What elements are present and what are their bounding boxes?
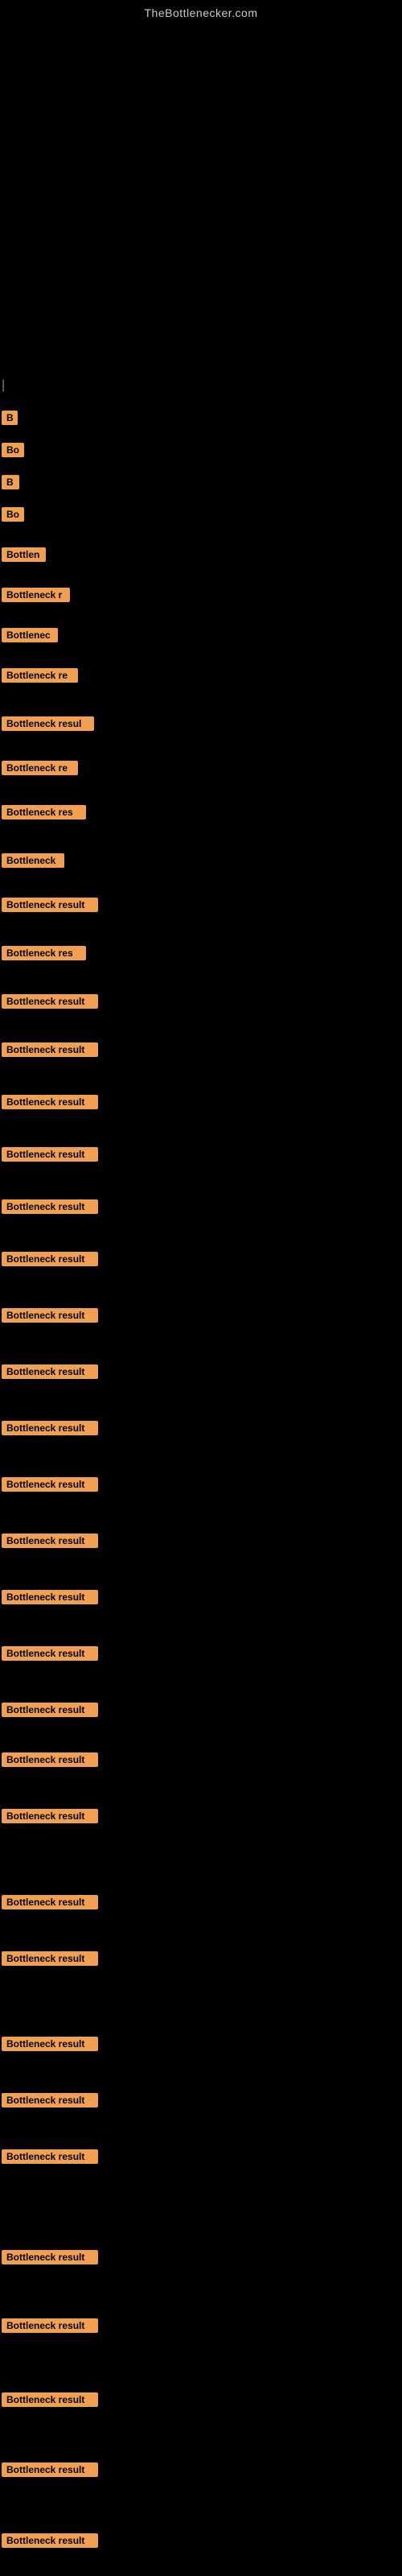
bottleneck-result-badge: Bottleneck result [2, 1703, 98, 1717]
bottleneck-result-row: | [2, 378, 5, 393]
bottleneck-result-badge: Bottleneck result [2, 2392, 98, 2407]
bottleneck-result-badge: Bottleneck result [2, 2462, 98, 2477]
bottleneck-result-row: Bottleneck result [2, 994, 98, 1013]
bottleneck-result-row: Bottleneck result [2, 2392, 98, 2411]
bottleneck-result-row: Bottleneck result [2, 1809, 98, 1827]
bottleneck-result-badge: B [2, 475, 19, 489]
bottleneck-result-row: Bottlen [2, 547, 46, 566]
bottleneck-result-badge: Bo [2, 443, 24, 457]
bottleneck-result-row: Bottleneck r [2, 588, 70, 606]
bottleneck-result-badge: Bottleneck result [2, 1252, 98, 1266]
bottleneck-result-row: Bottleneck result [2, 1590, 98, 1608]
bottleneck-result-badge: B [2, 411, 18, 425]
bottleneck-result-row: Bottleneck result [2, 1703, 98, 1721]
bottleneck-result-row: Bo [2, 443, 24, 461]
bottleneck-result-badge: Bottleneck result [2, 1308, 98, 1323]
bottleneck-result-row: Bottleneck result [2, 2037, 98, 2055]
bottleneck-result-row: Bottleneck result [2, 2318, 98, 2337]
bottleneck-result-row: Bottleneck re [2, 668, 78, 687]
bottleneck-result-row: Bottleneck res [2, 946, 86, 964]
bottleneck-result-badge: Bottleneck result [2, 1147, 98, 1162]
bottleneck-result-badge: Bottleneck result [2, 2533, 98, 2548]
bottleneck-result-row: Bottleneck result [2, 2149, 98, 2168]
bottleneck-result-row: Bottleneck result [2, 1646, 98, 1665]
bottleneck-result-badge: Bottleneck result [2, 1951, 98, 1966]
bottleneck-result-badge: Bottleneck re [2, 668, 78, 683]
bottleneck-result-badge: Bottleneck result [2, 2318, 98, 2333]
bottleneck-result-badge: Bottleneck result [2, 1895, 98, 1909]
bottleneck-result-row: Bottleneck result [2, 2250, 98, 2268]
bottleneck-result-badge: Bottleneck res [2, 946, 86, 960]
bottleneck-result-row: Bottleneck result [2, 2462, 98, 2481]
bottleneck-result-badge: Bo [2, 507, 24, 522]
bottleneck-result-row: Bottleneck re [2, 761, 78, 779]
bottleneck-result-badge: Bottleneck result [2, 2250, 98, 2264]
bottleneck-result-row: Bottleneck res [2, 805, 86, 824]
bottleneck-result-badge: Bottleneck result [2, 1809, 98, 1823]
bottleneck-result-row: Bottleneck [2, 853, 64, 872]
bottleneck-result-badge: Bottleneck res [2, 805, 86, 819]
bottleneck-result-row: Bottleneck result [2, 1308, 98, 1327]
bottleneck-result-badge: Bottleneck result [2, 1199, 98, 1214]
bottleneck-result-badge: Bottlenec [2, 628, 58, 642]
bottleneck-result-row: B [2, 475, 19, 493]
bottleneck-result-badge: Bottleneck result [2, 1590, 98, 1604]
bottleneck-result-badge: Bottleneck result [2, 1421, 98, 1435]
bottleneck-result-badge: Bottleneck result [2, 1042, 98, 1057]
bottleneck-result-badge: Bottleneck result [2, 1534, 98, 1548]
text-cursor: | [2, 378, 5, 392]
bottleneck-result-row: Bottleneck result [2, 1252, 98, 1270]
bottleneck-result-badge: Bottleneck result [2, 2093, 98, 2107]
bottleneck-result-row: Bottleneck result [2, 1895, 98, 1913]
bottleneck-result-badge: Bottleneck re [2, 761, 78, 775]
bottleneck-result-badge: Bottleneck result [2, 2037, 98, 2051]
bottleneck-result-row: Bottleneck result [2, 1477, 98, 1496]
bottleneck-result-row: Bottlenec [2, 628, 58, 646]
bottleneck-result-badge: Bottleneck result [2, 994, 98, 1009]
bottleneck-result-row: Bottleneck result [2, 1095, 98, 1113]
bottleneck-result-badge: Bottleneck result [2, 1477, 98, 1492]
bottleneck-result-row: Bottleneck result [2, 1199, 98, 1218]
bottleneck-result-badge: Bottleneck result [2, 1364, 98, 1379]
bottleneck-result-row: Bottleneck result [2, 1042, 98, 1061]
bottleneck-result-badge: Bottleneck result [2, 1095, 98, 1109]
bottleneck-result-badge: Bottleneck result [2, 2149, 98, 2164]
bottleneck-result-row: Bottleneck result [2, 1534, 98, 1552]
site-title: TheBottlenecker.com [0, 0, 402, 19]
bottleneck-result-row: Bottleneck result [2, 1147, 98, 1166]
bottleneck-result-row: Bottleneck result [2, 2533, 98, 2552]
bottleneck-result-row: Bottleneck resul [2, 716, 94, 735]
bottleneck-result-badge: Bottleneck resul [2, 716, 94, 731]
bottleneck-result-row: Bottleneck result [2, 1421, 98, 1439]
bottleneck-result-row: B [2, 411, 18, 429]
bottleneck-result-row: Bottleneck result [2, 2093, 98, 2112]
bottleneck-result-badge: Bottleneck result [2, 1646, 98, 1661]
bottleneck-result-row: Bottleneck result [2, 1752, 98, 1771]
bottleneck-result-badge: Bottleneck r [2, 588, 70, 602]
bottleneck-result-row: Bottleneck result [2, 898, 98, 916]
bottleneck-result-badge: Bottleneck [2, 853, 64, 868]
bottleneck-result-badge: Bottleneck result [2, 898, 98, 912]
bottleneck-result-badge: Bottleneck result [2, 1752, 98, 1767]
bottleneck-result-row: Bo [2, 507, 24, 526]
bottleneck-result-row: Bottleneck result [2, 1951, 98, 1970]
bottleneck-result-badge: Bottlen [2, 547, 46, 562]
bottleneck-result-row: Bottleneck result [2, 1364, 98, 1383]
